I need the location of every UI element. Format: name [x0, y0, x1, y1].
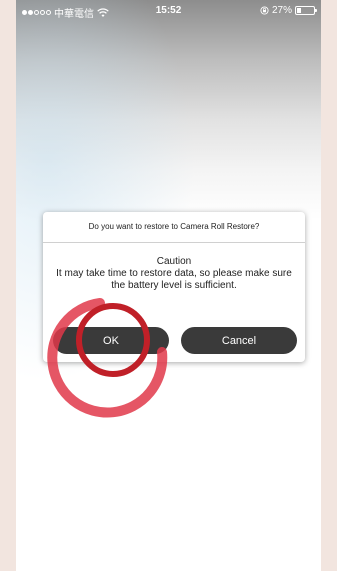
status-bar: 中華電信 15:52 27% [16, 0, 321, 22]
phone-screen: 中華電信 15:52 27% Do you want to restore to… [16, 0, 321, 571]
dialog-question: Do you want to restore to Camera Roll Re… [88, 222, 260, 231]
status-right: 27% [260, 5, 317, 16]
battery-fill [297, 8, 301, 13]
battery-icon [295, 6, 317, 15]
caution-message: It may take time to restore data, so ple… [56, 268, 292, 291]
caution-title: Caution [156, 256, 192, 267]
battery-percent: 27% [271, 5, 292, 16]
restore-dialog: Do you want to restore to Camera Roll Re… [43, 212, 305, 362]
dialog-divider [43, 242, 305, 243]
cancel-button[interactable]: Cancel [181, 327, 297, 354]
ok-button[interactable]: OK [53, 327, 169, 354]
lock-rotation-icon [260, 6, 269, 15]
